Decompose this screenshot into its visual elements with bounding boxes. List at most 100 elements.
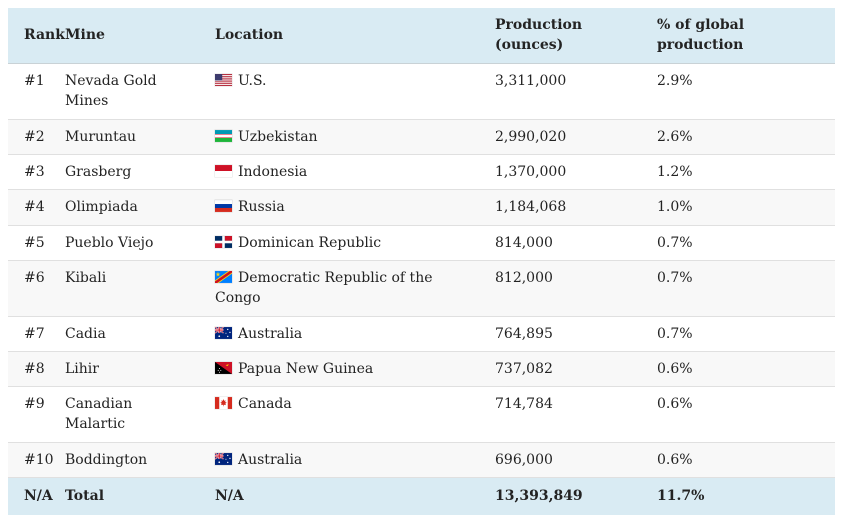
dominican-republic-flag-icon	[215, 236, 232, 248]
location-label: Democratic Republic of the Congo	[215, 270, 433, 306]
australia-flag-icon	[215, 453, 232, 465]
location-label: Dominican Republic	[238, 235, 381, 251]
gold-mines-table: Rank Mine Location Production (ounces) %…	[8, 8, 835, 515]
table-row: #7 Cadia Australia 764,895 0.7%	[8, 316, 835, 351]
total-row: N/A Total N/A 13,393,849 11.7%	[8, 478, 835, 515]
rank-cell: #8	[8, 351, 55, 386]
table-row: #3 Grasberg Indonesia 1,370,000 1.2%	[8, 155, 835, 190]
table-row: #2 Muruntau Uzbekistan 2,990,020 2.6%	[8, 119, 835, 154]
rank-cell: #5	[8, 225, 55, 260]
production-cell: 814,000	[485, 225, 647, 260]
location-cell: Dominican Republic	[205, 225, 485, 260]
table-row: #4 Olimpiada Russia 1,184,068 1.0%	[8, 190, 835, 225]
table-header: Rank Mine Location Production (ounces) %…	[8, 8, 835, 64]
rank-cell: #2	[8, 119, 55, 154]
location-cell: Russia	[205, 190, 485, 225]
column-header-mine-label: Mine	[65, 26, 105, 46]
percent-cell: 0.6%	[647, 442, 835, 477]
gold-mines-table-container: Rank Mine Location Production (ounces) %…	[8, 8, 835, 515]
column-header-location-label: Location	[215, 26, 283, 46]
percent-cell: 11.7%	[647, 478, 835, 515]
mine-cell: Canadian Malartic	[55, 387, 205, 443]
location-cell: U.S.	[205, 64, 485, 120]
rank-cell: #9	[8, 387, 55, 443]
mine-cell: Boddington	[55, 442, 205, 477]
percent-cell: 1.0%	[647, 190, 835, 225]
rank-cell: N/A	[8, 478, 55, 515]
column-header-rank: Rank	[8, 8, 55, 64]
table-row: #8 Lihir Papua New Guinea 737,082 0.6%	[8, 351, 835, 386]
column-header-location: Location	[205, 8, 485, 64]
column-header-production: Production (ounces)	[485, 8, 647, 64]
percent-cell: 0.6%	[647, 351, 835, 386]
column-header-production-label: Production (ounces)	[495, 16, 587, 55]
location-label: Russia	[238, 199, 285, 215]
rank-cell: #4	[8, 190, 55, 225]
percent-cell: 0.7%	[647, 316, 835, 351]
location-cell: Australia	[205, 442, 485, 477]
australia-flag-icon	[215, 327, 232, 339]
mine-cell: Total	[55, 478, 205, 515]
location-label: Papua New Guinea	[238, 361, 373, 377]
production-cell: 812,000	[485, 260, 647, 316]
percent-cell: 2.9%	[647, 64, 835, 120]
table-row: #5 Pueblo Viejo Dominican Republic 814,0…	[8, 225, 835, 260]
mine-cell: Lihir	[55, 351, 205, 386]
production-cell: 1,370,000	[485, 155, 647, 190]
rank-cell: #3	[8, 155, 55, 190]
location-label: U.S.	[238, 73, 267, 89]
production-cell: 737,082	[485, 351, 647, 386]
location-label: Canada	[238, 396, 292, 412]
location-cell: Canada	[205, 387, 485, 443]
location-label: Uzbekistan	[238, 129, 318, 145]
mine-cell: Pueblo Viejo	[55, 225, 205, 260]
table-row: #9 Canadian Malartic Canada 714,784 0.6%	[8, 387, 835, 443]
production-cell: 764,895	[485, 316, 647, 351]
table-row: #6 Kibali Democratic Republic of the Con…	[8, 260, 835, 316]
production-cell: 3,311,000	[485, 64, 647, 120]
column-header-percent-label: % of global production	[657, 16, 757, 55]
canada-flag-icon	[215, 397, 232, 409]
mine-cell: Kibali	[55, 260, 205, 316]
us-flag-icon	[215, 74, 232, 86]
column-header-percent: % of global production	[647, 8, 835, 64]
rank-cell: #1	[8, 64, 55, 120]
rank-cell: #10	[8, 442, 55, 477]
location-cell: Australia	[205, 316, 485, 351]
header-row: Rank Mine Location Production (ounces) %…	[8, 8, 835, 64]
percent-cell: 1.2%	[647, 155, 835, 190]
percent-cell: 0.7%	[647, 260, 835, 316]
dr-congo-flag-icon	[215, 271, 232, 283]
location-cell: Democratic Republic of the Congo	[205, 260, 485, 316]
percent-cell: 2.6%	[647, 119, 835, 154]
mine-cell: Grasberg	[55, 155, 205, 190]
table-row: #1 Nevada Gold Mines U.S. 3,311,000 2.9%	[8, 64, 835, 120]
russia-flag-icon	[215, 200, 232, 212]
location-label: Australia	[238, 452, 302, 468]
location-cell: Indonesia	[205, 155, 485, 190]
mine-cell: Olimpiada	[55, 190, 205, 225]
column-header-mine: Mine	[55, 8, 205, 64]
production-cell: 13,393,849	[485, 478, 647, 515]
uzbekistan-flag-icon	[215, 130, 232, 142]
rank-cell: #6	[8, 260, 55, 316]
percent-cell: 0.6%	[647, 387, 835, 443]
production-cell: 714,784	[485, 387, 647, 443]
rank-cell: #7	[8, 316, 55, 351]
location-label: Indonesia	[238, 164, 307, 180]
mine-cell: Muruntau	[55, 119, 205, 154]
mine-cell: Nevada Gold Mines	[55, 64, 205, 120]
percent-cell: 0.7%	[647, 225, 835, 260]
location-cell: Uzbekistan	[205, 119, 485, 154]
location-cell: N/A	[205, 478, 485, 515]
table-body: #1 Nevada Gold Mines U.S. 3,311,000 2.9%…	[8, 64, 835, 515]
table-row: #10 Boddington Australia 696,000 0.6%	[8, 442, 835, 477]
production-cell: 2,990,020	[485, 119, 647, 154]
location-label: Australia	[238, 326, 302, 342]
indonesia-flag-icon	[215, 165, 232, 177]
location-cell: Papua New Guinea	[205, 351, 485, 386]
papua-new-guinea-flag-icon	[215, 362, 232, 374]
production-cell: 696,000	[485, 442, 647, 477]
column-header-rank-label: Rank	[24, 26, 65, 46]
mine-cell: Cadia	[55, 316, 205, 351]
